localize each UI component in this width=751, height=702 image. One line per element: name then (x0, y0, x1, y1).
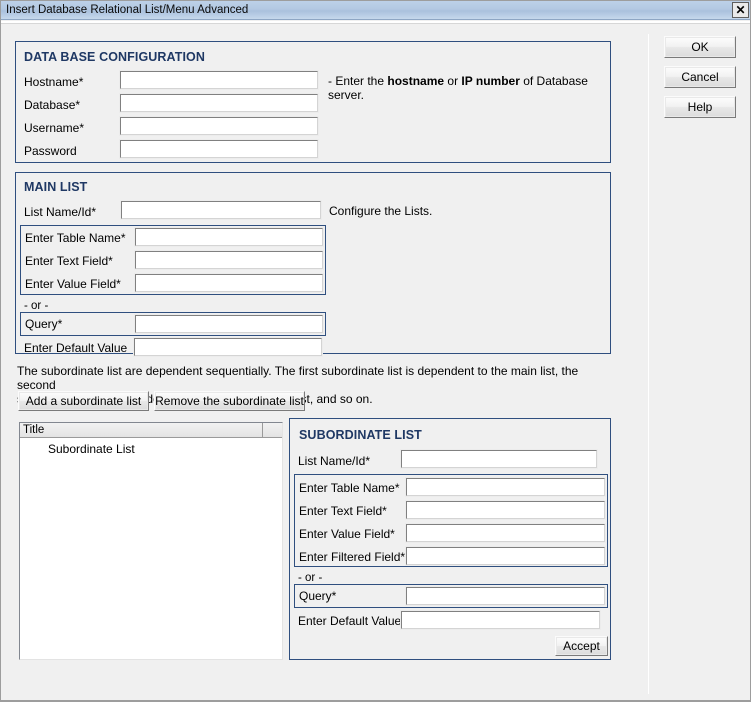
main-list-query-box: Query* (20, 312, 326, 336)
window-title: Insert Database Relational List/Menu Adv… (6, 3, 249, 16)
sub-default-value-label: Enter Default Value (298, 614, 402, 628)
sub-table-name-label: Enter Table Name* (299, 481, 400, 495)
hint-mid: or (444, 74, 462, 88)
sub-filtered-field-input[interactable] (405, 546, 606, 566)
main-list-table-fields-box: Enter Table Name* Enter Text Field* Ente… (20, 225, 326, 295)
dialog-content: OK Cancel Help DATA BASE CONFIGURATION H… (1, 25, 750, 700)
subordinate-info-line1: The subordinate list are dependent seque… (17, 364, 579, 392)
main-query-input[interactable] (134, 314, 324, 334)
subordinate-table-fields-box: Enter Table Name* Enter Text Field* Ente… (294, 474, 608, 567)
hostname-label: Hostname* (24, 75, 84, 89)
sub-query-label: Query* (299, 589, 337, 603)
password-label: Password (24, 144, 77, 158)
main-value-field-input[interactable] (134, 273, 324, 293)
sub-default-value-input[interactable] (400, 610, 601, 630)
database-hint-text: - Enter the hostname or IP number of Dat… (328, 74, 600, 102)
main-list-or-label: - or - (24, 300, 49, 312)
hint-prefix: - Enter the (328, 74, 388, 88)
sub-filtered-field-label: Enter Filtered Field* (299, 550, 406, 564)
subordinate-list-title: SUBORDINATE LIST (299, 428, 422, 442)
sub-list-name-label: List Name/Id* (298, 454, 371, 468)
username-input[interactable] (119, 116, 319, 136)
password-input[interactable] (119, 139, 319, 159)
database-configuration-title: DATA BASE CONFIGURATION (24, 50, 205, 64)
main-text-field-input[interactable] (134, 250, 324, 270)
main-list-panel: MAIN LIST List Name/Id* Configure the Li… (15, 172, 611, 357)
subordinate-query-box: Query* (294, 584, 608, 608)
main-list-name-label: List Name/Id* (24, 205, 97, 219)
tree-column-spacer (263, 423, 282, 438)
main-query-label: Query* (25, 317, 63, 331)
subordinate-list-panel: SUBORDINATE LIST List Name/Id* Enter Tab… (289, 418, 611, 660)
sub-text-field-input[interactable] (405, 500, 606, 520)
database-label: Database* (24, 98, 81, 112)
vertical-divider (648, 34, 649, 694)
tree-column-title[interactable]: Title (20, 423, 263, 438)
close-icon[interactable]: ✕ (732, 2, 749, 18)
username-label: Username* (24, 121, 85, 135)
title-bar: Insert Database Relational List/Menu Adv… (1, 1, 750, 20)
main-default-value-label: Enter Default Value (24, 341, 128, 355)
ok-button[interactable]: OK (664, 36, 736, 58)
remove-subordinate-list-button[interactable]: Remove the subordinate list (154, 391, 305, 411)
main-table-name-label: Enter Table Name* (25, 231, 126, 245)
main-list-name-input[interactable] (120, 200, 322, 220)
tree-body[interactable]: Subordinate List (20, 439, 282, 658)
list-item[interactable]: Subordinate List (20, 439, 282, 456)
cancel-button[interactable]: Cancel (664, 66, 736, 88)
main-list-title: MAIN LIST (24, 180, 88, 194)
main-list-hint: Configure the Lists. (329, 204, 433, 218)
database-input[interactable] (119, 93, 319, 113)
add-subordinate-list-button[interactable]: Add a subordinate list (18, 391, 149, 411)
sub-list-name-input[interactable] (400, 449, 598, 469)
main-table-name-input[interactable] (134, 227, 324, 247)
database-configuration-panel: DATA BASE CONFIGURATION Hostname* Databa… (15, 41, 611, 163)
main-default-value-input[interactable] (133, 337, 323, 357)
subordinate-list-tree[interactable]: Title Subordinate List (19, 422, 283, 660)
hostname-input[interactable] (119, 70, 319, 90)
sub-text-field-label: Enter Text Field* (299, 504, 387, 518)
help-button[interactable]: Help (664, 96, 736, 118)
dialog-window: Insert Database Relational List/Menu Adv… (0, 0, 751, 702)
hint-hostname: hostname (387, 74, 445, 88)
sub-value-field-label: Enter Value Field* (299, 527, 395, 541)
titlebar-separator (1, 21, 750, 24)
tree-header: Title (20, 423, 282, 438)
sub-query-input[interactable] (405, 586, 606, 606)
sub-value-field-input[interactable] (405, 523, 606, 543)
sub-table-name-input[interactable] (405, 477, 606, 497)
hint-ip-number: IP number (461, 74, 520, 88)
subordinate-or-label: - or - (298, 572, 323, 584)
main-value-field-label: Enter Value Field* (25, 277, 121, 291)
main-text-field-label: Enter Text Field* (25, 254, 113, 268)
accept-button[interactable]: Accept (555, 636, 608, 656)
